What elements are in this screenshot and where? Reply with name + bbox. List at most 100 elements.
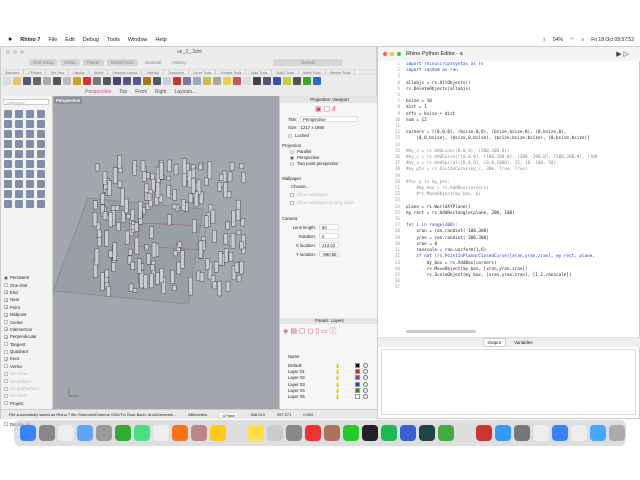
viewport-label[interactable]: Perspective: [54, 97, 83, 104]
toolbar-tab[interactable]: SubD Tools: [272, 70, 300, 75]
box-object[interactable]: [116, 222, 121, 231]
box-object[interactable]: [124, 198, 129, 214]
box-object[interactable]: [118, 167, 123, 174]
toolbar-tab[interactable]: Render Tools: [326, 70, 356, 75]
dock-app-icon[interactable]: [514, 425, 530, 441]
layer-visible-icon[interactable]: 💡: [335, 375, 340, 380]
osnap-perpendicular[interactable]: ✓ Perpendicular: [4, 333, 39, 340]
layer-visible-icon[interactable]: 💡: [335, 363, 340, 368]
tool-icon[interactable]: [4, 150, 12, 158]
tool-icon[interactable]: [26, 150, 34, 158]
box-object[interactable]: [108, 212, 113, 228]
box-object[interactable]: [150, 264, 155, 272]
box-object[interactable]: [107, 180, 112, 196]
tool-icon[interactable]: [37, 160, 45, 168]
show-wallpaper-checkbox[interactable]: [290, 192, 294, 197]
box-object[interactable]: [130, 261, 135, 270]
search-icon[interactable]: ⌕: [581, 37, 584, 43]
box-object[interactable]: [112, 167, 118, 184]
box-object[interactable]: [142, 171, 147, 182]
osnap-checkbox[interactable]: [4, 422, 8, 427]
box-object[interactable]: [231, 210, 236, 227]
box-object[interactable]: [188, 277, 193, 296]
apple-icon[interactable]: ●: [8, 36, 12, 43]
box-object[interactable]: [167, 214, 172, 226]
layer-visible-icon[interactable]: 💡: [335, 388, 340, 393]
tool-icon[interactable]: [37, 120, 45, 128]
tool-icon[interactable]: [26, 140, 34, 148]
osnap-checkbox[interactable]: [4, 349, 8, 354]
tool-icon[interactable]: [4, 170, 12, 178]
box-object[interactable]: [130, 208, 135, 221]
toolbar-icon[interactable]: [113, 77, 121, 85]
tool-icon[interactable]: [37, 110, 45, 118]
parallel-radio[interactable]: [290, 149, 294, 154]
osnap-checkbox[interactable]: [4, 386, 8, 391]
yloc-input[interactable]: -980.58: [319, 251, 339, 257]
dock-app-icon[interactable]: [305, 425, 321, 441]
tool-icon[interactable]: [15, 130, 23, 138]
tool-icon[interactable]: [37, 200, 45, 208]
tool-icon[interactable]: [37, 170, 45, 178]
box-object[interactable]: [240, 218, 246, 227]
dock-app-icon[interactable]: [362, 425, 378, 441]
osnap-checkbox[interactable]: ✓: [4, 305, 8, 310]
osnap-persistent[interactable]: Persistent: [4, 274, 39, 281]
box-object[interactable]: [235, 209, 241, 221]
toolbar-icon[interactable]: [163, 77, 171, 85]
toolbar-icon[interactable]: [173, 77, 181, 85]
tool-icon[interactable]: [15, 140, 23, 148]
wifi-icon[interactable]: ◠: [570, 37, 574, 43]
clock[interactable]: Fri 18 Oct 09:57:52: [591, 37, 634, 43]
toolbar-icon[interactable]: [303, 77, 311, 85]
box-object[interactable]: [166, 175, 171, 181]
tool-icon[interactable]: [26, 180, 34, 188]
box-object[interactable]: [214, 261, 219, 273]
dock-app-icon[interactable]: [58, 425, 74, 441]
tool-icon[interactable]: [26, 190, 34, 198]
window-controls[interactable]: [6, 50, 24, 54]
layer-row[interactable]: Layer 05 💡: [280, 393, 379, 400]
osnap-checkbox[interactable]: [4, 379, 8, 384]
toolbar-tab[interactable]: CPlanes: [24, 70, 47, 75]
history-toggle[interactable]: History: [168, 59, 190, 66]
box-object[interactable]: [97, 229, 102, 238]
bluetooth-icon[interactable]: ᛒ: [543, 37, 546, 43]
box-object[interactable]: [134, 222, 139, 232]
dock-app-icon[interactable]: [457, 425, 473, 441]
layer-material-icon[interactable]: [362, 381, 368, 387]
tool-icon[interactable]: [4, 160, 12, 168]
box-object[interactable]: [92, 212, 98, 227]
toolbar-icon[interactable]: [313, 77, 321, 85]
toolbar-icon[interactable]: [143, 77, 151, 85]
box-object[interactable]: [199, 272, 205, 282]
toolbar-icon[interactable]: [213, 77, 221, 85]
toolbar-icon[interactable]: [73, 77, 81, 85]
cplane-select[interactable]: CPlane: [219, 411, 239, 418]
box-object[interactable]: [126, 214, 131, 219]
box-object[interactable]: [106, 286, 111, 297]
box-object[interactable]: [217, 281, 222, 297]
tab-perspective[interactable]: Perspective: [85, 89, 111, 95]
box-object[interactable]: [193, 191, 199, 207]
tool-icon[interactable]: [15, 190, 23, 198]
box-object[interactable]: [125, 230, 130, 245]
layer-material-icon[interactable]: [362, 394, 368, 400]
dock-app-icon[interactable]: [400, 425, 416, 441]
box-object[interactable]: [112, 242, 117, 261]
box-object[interactable]: [236, 230, 242, 236]
osnap-intersection[interactable]: ✓ Intersection: [4, 326, 39, 333]
osnap-checkbox[interactable]: [4, 283, 8, 288]
menu-edit[interactable]: Edit: [65, 37, 74, 43]
toolbar-icon[interactable]: [243, 77, 251, 85]
osnap-on-curve[interactable]: On curve: [4, 370, 39, 377]
window-controls[interactable]: [383, 52, 401, 56]
units[interactable]: Millimeters: [188, 412, 207, 417]
output-pane[interactable]: [381, 349, 636, 415]
toolbar-tab[interactable]: Visibility: [142, 70, 165, 75]
locked-checkbox[interactable]: [288, 133, 292, 138]
ortho-toggle[interactable]: Ortho: [60, 59, 80, 66]
toolbar-icon[interactable]: [93, 77, 101, 85]
tool-icon[interactable]: [15, 200, 23, 208]
osnap-checkbox[interactable]: [4, 371, 8, 376]
